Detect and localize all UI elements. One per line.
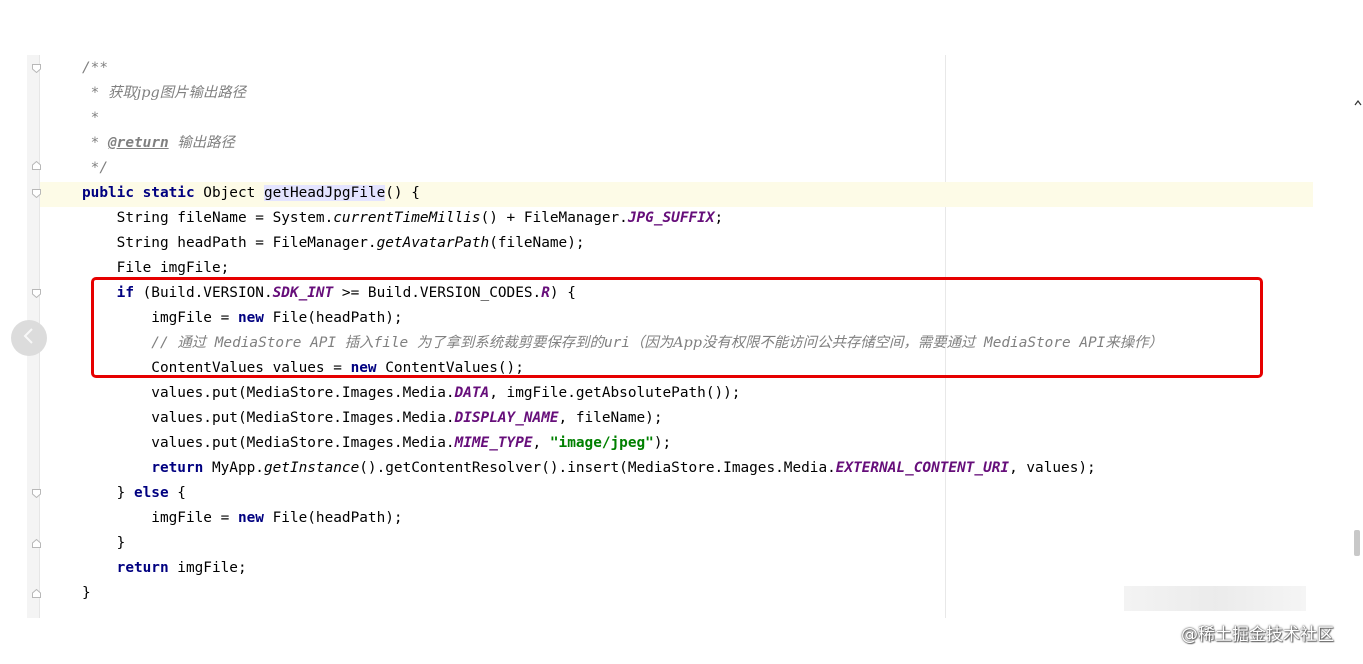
fold-close-icon[interactable] bbox=[32, 161, 41, 170]
code-token: , fileName); bbox=[558, 410, 663, 426]
code-token: currentTimeMillis bbox=[333, 210, 481, 226]
code-token: File imgFile; bbox=[82, 260, 230, 276]
code-token: public static bbox=[82, 185, 195, 201]
code-token: * bbox=[82, 135, 108, 151]
code-line[interactable]: return MyApp.getInstance().getContentRes… bbox=[82, 456, 1096, 481]
code-token: values.put(MediaStore.Images.Media. bbox=[82, 410, 455, 426]
code-token: DATA bbox=[454, 385, 490, 401]
code-token: * bbox=[82, 110, 100, 126]
code-token: values.put(MediaStore.Images.Media. bbox=[82, 385, 455, 401]
chevron-left-icon bbox=[22, 327, 36, 349]
code-token: * bbox=[82, 85, 108, 101]
code-line[interactable]: values.put(MediaStore.Images.Media.DISPL… bbox=[82, 406, 663, 431]
code-token: /** bbox=[82, 60, 108, 76]
code-token: new bbox=[237, 510, 264, 526]
code-token: () { bbox=[385, 185, 420, 201]
code-token: } bbox=[82, 535, 126, 551]
fold-open-icon[interactable] bbox=[32, 289, 41, 298]
code-line[interactable]: } bbox=[82, 581, 91, 606]
fold-open-icon[interactable] bbox=[32, 489, 41, 498]
code-token: else bbox=[133, 485, 169, 501]
code-token: , imgFile.getAbsolutePath()); bbox=[489, 385, 741, 401]
blurred-region bbox=[1124, 586, 1306, 611]
code-token: getAvatarPath bbox=[376, 235, 490, 251]
highlight-annotation-box bbox=[91, 277, 1263, 378]
code-line[interactable]: values.put(MediaStore.Images.Media.MIME_… bbox=[82, 431, 671, 456]
code-line[interactable]: * bbox=[82, 106, 100, 131]
fold-close-icon[interactable] bbox=[32, 539, 41, 548]
code-line[interactable]: return imgFile; bbox=[82, 556, 247, 581]
code-token: imgFile = bbox=[82, 510, 238, 526]
code-token: MIME_TYPE bbox=[454, 435, 533, 451]
code-token: imgFile; bbox=[168, 560, 247, 576]
code-token: getHeadJpgFile bbox=[263, 185, 386, 201]
code-token: File(headPath); bbox=[263, 510, 403, 526]
code-line[interactable]: } bbox=[82, 531, 126, 556]
code-line[interactable]: String headPath = FileManager.getAvatarP… bbox=[82, 231, 585, 256]
code-line[interactable]: String fileName = System.currentTimeMill… bbox=[82, 206, 724, 231]
code-token: */ bbox=[82, 160, 108, 176]
code-token: MyApp. bbox=[203, 460, 264, 476]
code-token: DISPLAY_NAME bbox=[454, 410, 559, 426]
code-line[interactable]: public static Object getHeadJpgFile() { bbox=[82, 181, 420, 206]
scroll-up-icon[interactable] bbox=[1353, 93, 1363, 106]
code-token: ().getContentResolver().insert(MediaStor… bbox=[359, 460, 836, 476]
scrollbar-thumb[interactable] bbox=[1354, 530, 1360, 556]
code-token: } bbox=[82, 585, 91, 601]
code-token: "image/jpeg" bbox=[549, 435, 654, 451]
code-line[interactable]: imgFile = new File(headPath); bbox=[82, 506, 403, 531]
code-line[interactable]: } else { bbox=[82, 481, 186, 506]
fold-open-icon[interactable] bbox=[32, 64, 41, 73]
code-line[interactable]: * 获取jpg图片输出路径 bbox=[82, 81, 246, 106]
code-token: 获取jpg图片输出路径 bbox=[108, 85, 247, 101]
code-token: () + FileManager. bbox=[480, 210, 628, 226]
code-token: (fileName); bbox=[489, 235, 585, 251]
code-token: JPG_SUFFIX bbox=[627, 210, 715, 226]
watermark-text: @稀土掘金技术社区 bbox=[1181, 625, 1334, 645]
code-token: ); bbox=[653, 435, 672, 451]
code-line[interactable]: * @return 输出路径 bbox=[82, 131, 235, 156]
code-token: @return bbox=[108, 135, 169, 151]
code-line[interactable]: values.put(MediaStore.Images.Media.DATA,… bbox=[82, 381, 740, 406]
code-token: Object bbox=[194, 185, 264, 201]
code-token: ; bbox=[714, 210, 724, 226]
code-token: { bbox=[168, 485, 186, 501]
code-token: } bbox=[82, 485, 134, 501]
fold-open-icon[interactable] bbox=[32, 189, 41, 198]
code-line[interactable]: */ bbox=[82, 156, 108, 181]
code-token: 输出路径 bbox=[177, 135, 235, 151]
code-token: values.put(MediaStore.Images.Media. bbox=[82, 435, 455, 451]
code-token: getInstance bbox=[263, 460, 360, 476]
code-token: String headPath = FileManager. bbox=[82, 235, 377, 251]
code-token: return bbox=[116, 560, 169, 576]
fold-close-icon[interactable] bbox=[32, 589, 41, 598]
code-token: return bbox=[151, 460, 204, 476]
back-button[interactable] bbox=[11, 320, 47, 356]
code-token: , values); bbox=[1009, 460, 1096, 476]
code-token: EXTERNAL_CONTENT_URI bbox=[835, 460, 1010, 476]
code-editor[interactable]: /** * 获取jpg图片输出路径 * * @return 输出路径 */ pub… bbox=[0, 0, 1363, 664]
code-token: , bbox=[532, 435, 550, 451]
code-token: String fileName = System. bbox=[82, 210, 334, 226]
code-line[interactable]: /** bbox=[82, 56, 108, 81]
